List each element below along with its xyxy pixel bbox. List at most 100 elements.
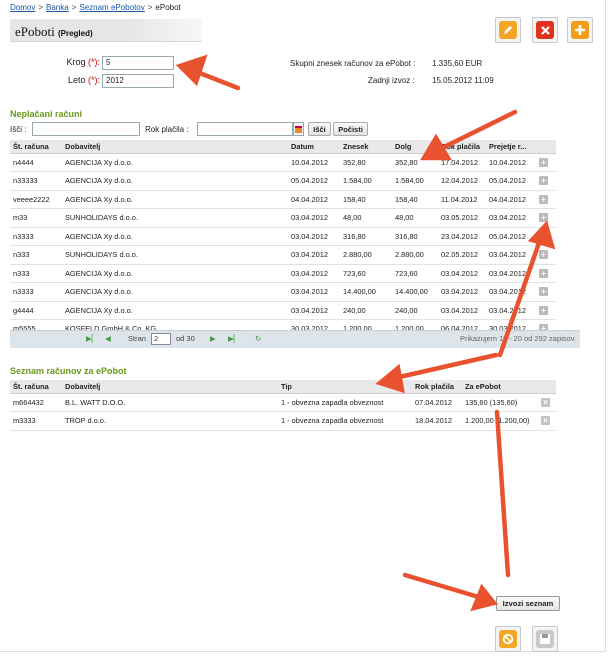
krog-input[interactable]: 5 — [102, 56, 174, 70]
add-row-cell[interactable]: + — [536, 227, 556, 246]
table-row[interactable]: n3333 AGENCIJA Xy d.o.o. 03.04.2012 14.400,… — [10, 282, 556, 302]
due-date-input[interactable] — [197, 122, 293, 136]
add-row-cell[interactable]: + — [536, 245, 556, 265]
table-cell: 03.04.2012 — [486, 245, 536, 265]
table-row[interactable]: n4444 AGENCIJA Xy d.o.o. 10.04.2012 352,80 3… — [10, 153, 556, 172]
add-row-cell[interactable]: + — [536, 171, 556, 191]
leto-label-text: Leto — [67, 75, 86, 85]
table-row[interactable]: veeee2222 AGENCIJA Xy d.o.o. 04.04.2012 158… — [10, 190, 556, 209]
column-header[interactable]: Za ePobot — [462, 380, 538, 394]
table-cell: 05.04.2012 — [486, 171, 536, 191]
page-label: Stran — [128, 334, 146, 343]
add-row-cell[interactable]: + — [536, 208, 556, 228]
column-header[interactable]: Tip — [278, 380, 412, 394]
breadcrumb-bank[interactable]: Banka — [46, 3, 69, 12]
table-cell: n333 — [10, 245, 62, 265]
epobot-invoices-table: Št. računa Dobavitelj Tip Rok plačila Za ePo… — [10, 380, 556, 431]
column-header[interactable]: Dolg — [392, 140, 438, 154]
table-cell: 17.04.2012 — [438, 153, 486, 172]
column-header[interactable]: Rok plačila — [412, 380, 462, 394]
table-row[interactable]: n333 SUNHOLIDAYS d.o.o. 03.04.2012 2.880,00… — [10, 245, 556, 265]
save-icon — [536, 630, 554, 648]
table-cell: 03.05.2012 — [438, 208, 486, 228]
table-cell: 352,80 — [392, 153, 438, 172]
unpaid-invoices-table: Št. računa Dobavitelj Datum Znesek Dolg Rok p… — [10, 140, 556, 339]
column-header[interactable]: Rok plačila — [438, 140, 486, 154]
table-cell: 03.04.2012 — [288, 282, 340, 302]
page-number-input[interactable]: 2 — [151, 333, 171, 345]
table-cell: AGENCIJA Xy d.o.o. — [62, 190, 288, 209]
table-cell: n33333 — [10, 171, 62, 191]
column-header[interactable]: Datum — [288, 140, 340, 154]
table-cell: m664432 — [10, 393, 62, 412]
table-row[interactable]: n33333 AGENCIJA Xy d.o.o. 05.04.2012 1.584,… — [10, 171, 556, 191]
search-label: Išči : — [10, 125, 27, 134]
column-header[interactable]: Št. računa — [10, 380, 62, 394]
add-row-cell[interactable]: + — [536, 282, 556, 302]
remove-icon[interactable]: × — [541, 397, 550, 407]
plus-icon[interactable]: + — [539, 176, 548, 186]
table-row[interactable]: n3333 AGENCIJA Xy d.o.o. 03.04.2012 316,80 3… — [10, 227, 556, 246]
last-export-label: Zadnji izvoz : — [368, 76, 415, 85]
calendar-icon[interactable] — [293, 122, 304, 136]
add-row-cell[interactable]: + — [536, 264, 556, 283]
column-header[interactable]: Znesek — [340, 140, 392, 154]
pencil-icon — [499, 21, 517, 39]
table-cell: 03.04.2012 — [486, 301, 536, 320]
plus-icon[interactable]: + — [539, 157, 548, 167]
remove-row-cell[interactable]: × — [538, 411, 556, 431]
column-header[interactable]: Dobavitelj — [62, 140, 288, 154]
save-button[interactable] — [532, 626, 558, 652]
prev-page-icon[interactable]: ◀ — [105, 334, 111, 343]
table-row[interactable]: m3333 TROP d.o.o. 1 - obvezna zapadla obve… — [10, 411, 556, 431]
column-header[interactable]: Št. računa — [10, 140, 62, 154]
table-cell: 240,00 — [392, 301, 438, 320]
table-cell: 10.04.2012 — [288, 153, 340, 172]
plus-icon[interactable]: + — [539, 213, 548, 223]
next-page-icon[interactable]: ▶ — [210, 334, 216, 343]
table-cell: n4444 — [10, 153, 62, 172]
add-row-cell[interactable]: + — [536, 190, 556, 209]
table-row[interactable]: m33 SUNHOLIDAYS d.o.o. 03.04.2012 48,00 48,0… — [10, 208, 556, 228]
table-cell: AGENCIJA Xy d.o.o. — [62, 171, 288, 191]
leto-input[interactable]: 2012 — [102, 74, 174, 88]
table-row[interactable]: g4444 AGENCIJA Xy d.o.o. 03.04.2012 240,00 2… — [10, 301, 556, 320]
search-button[interactable]: Išči — [308, 122, 331, 136]
plus-icon[interactable]: + — [539, 194, 548, 204]
breadcrumb-home[interactable]: Domov — [10, 3, 35, 12]
plus-icon[interactable]: + — [539, 250, 548, 260]
add-button[interactable] — [567, 17, 593, 43]
table-cell: 02.05.2012 — [438, 245, 486, 265]
refresh-icon[interactable]: ↻ — [255, 334, 261, 343]
remove-row-cell[interactable]: × — [538, 393, 556, 412]
plus-icon[interactable]: + — [539, 305, 548, 315]
table-cell: 14.400,00 — [340, 282, 392, 302]
last-page-icon[interactable]: ▶▏ — [228, 334, 240, 343]
plus-icon[interactable]: + — [539, 268, 548, 278]
plus-icon[interactable]: + — [539, 231, 548, 241]
table-cell: n3333 — [10, 282, 62, 302]
plus-icon[interactable]: + — [539, 287, 548, 297]
column-header[interactable]: Prejetje r... — [486, 140, 536, 154]
table-cell: 03.04.2012 — [438, 264, 486, 283]
page-title: ePoboti (Pregled) — [15, 24, 93, 40]
breadcrumb-epobot-list[interactable]: Seznam ePobotov — [79, 3, 144, 12]
pagination-bar: ▶▏ ◀ Stran 2 od 30 ▶ ▶▏ ↻ Prikazujem 11 … — [10, 330, 580, 348]
breadcrumb: Domov > Banka > Seznam ePobotov > ePobot — [10, 3, 181, 12]
table-cell: 03.04.2012 — [486, 208, 536, 228]
cancel-button[interactable] — [495, 626, 521, 652]
column-header[interactable]: Dobavitelj — [62, 380, 278, 394]
table-cell: 1 - obvezna zapadla obveznost — [278, 411, 412, 431]
add-row-cell[interactable]: + — [536, 301, 556, 320]
table-row[interactable]: n333 AGENCIJA Xy d.o.o. 03.04.2012 723,60 72… — [10, 264, 556, 283]
first-page-icon[interactable]: ▶▏ — [86, 334, 98, 343]
export-list-button[interactable]: Izvozi seznam — [496, 596, 560, 611]
table-row[interactable]: m664432 B.L. WATT D.O.O. 1 - obvezna zapad… — [10, 393, 556, 412]
delete-button[interactable] — [532, 17, 558, 43]
label-colon: : — [97, 57, 100, 67]
clear-button[interactable]: Počisti — [333, 122, 368, 136]
remove-icon[interactable]: × — [541, 416, 550, 426]
search-input[interactable] — [32, 122, 140, 136]
add-row-cell[interactable]: + — [536, 153, 556, 172]
edit-button[interactable] — [495, 17, 521, 43]
